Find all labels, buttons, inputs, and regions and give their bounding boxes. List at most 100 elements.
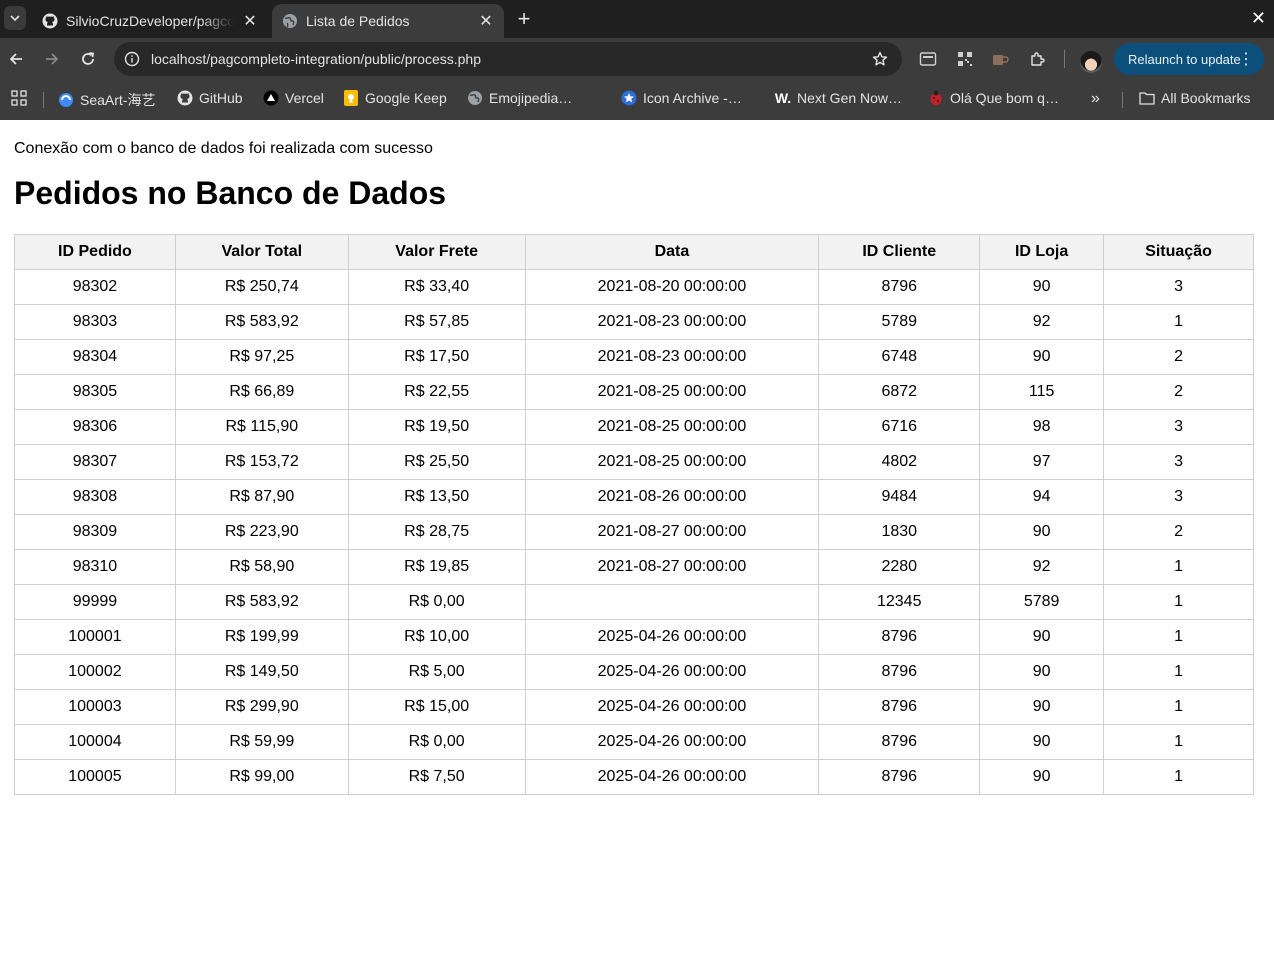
cell-valor-total: R$ 250,74	[174, 269, 349, 305]
page-title: Pedidos no Banco de Dados	[14, 175, 447, 211]
cell-valor-frete: R$ 0,00	[347, 724, 526, 760]
cell-valor-frete: R$ 25,50	[347, 444, 526, 480]
cell-id-loja: 98	[979, 409, 1105, 445]
more-bookmarks-chevron-icon[interactable]: »	[1091, 90, 1100, 108]
coffee-extension-icon[interactable]	[990, 49, 1010, 69]
cell-valor-total: R$ 223,90	[174, 514, 349, 550]
tab-search-button[interactable]	[4, 6, 26, 30]
keep-icon	[343, 90, 359, 106]
qr-code-icon[interactable]	[955, 49, 975, 69]
profile-avatar[interactable]	[1080, 51, 1102, 73]
cell-valor-total: R$ 153,72	[174, 444, 349, 480]
more-vertical-icon[interactable]: ⋮	[1238, 49, 1254, 69]
bookmark-icon-archive[interactable]: Icon Archive -…	[621, 90, 742, 106]
cell-id-cliente: 9484	[818, 479, 981, 515]
column-header-id-pedido: ID Pedido	[14, 234, 176, 270]
table-row: 100004 R$ 59,99 R$ 0,00 2025-04-26 00:00:00…	[14, 724, 1254, 760]
page-content: Conexão com o banco de dados foi realiza…	[0, 140, 1274, 795]
reading-mode-icon[interactable]	[918, 49, 938, 69]
cell-id-pedido: 98303	[14, 304, 176, 340]
table-row: 99999 R$ 583,92 R$ 0,00 12345 5789 1	[14, 584, 1254, 620]
bookmark-ola[interactable]: Olá Que bom q…	[928, 90, 1059, 106]
all-bookmarks-button[interactable]: All Bookmarks	[1139, 90, 1250, 106]
cell-id-pedido: 98305	[14, 374, 176, 410]
github-icon	[177, 90, 193, 106]
bookmark-label: Emojipedia…	[489, 90, 573, 106]
cell-id-pedido: 98302	[14, 269, 176, 305]
new-tab-button[interactable]: +	[512, 8, 536, 32]
cell-id-pedido: 98307	[14, 444, 176, 480]
bookmarks-separator	[1122, 92, 1123, 108]
folder-icon	[1139, 90, 1155, 106]
bookmark-next-gen[interactable]: W. Next Gen Now…	[775, 90, 902, 106]
column-header-data: Data	[524, 234, 820, 270]
close-icon[interactable]: ✕	[478, 11, 494, 31]
cell-valor-total: R$ 583,92	[174, 584, 349, 620]
table-row: 98306 R$ 115,90 R$ 19,50 2021-08-25 00:00:0…	[14, 409, 1254, 445]
table-row: 98302 R$ 250,74 R$ 33,40 2021-08-20 00:00:0…	[14, 269, 1254, 305]
cell-valor-frete: R$ 10,00	[347, 619, 526, 655]
cell-valor-total: R$ 583,92	[174, 304, 349, 340]
table-row: 100005 R$ 99,00 R$ 7,50 2025-04-26 00:00:00…	[14, 759, 1254, 795]
cell-valor-total: R$ 299,90	[174, 689, 349, 725]
bookmark-seaart[interactable]: SeaArt-海艺	[58, 90, 155, 110]
bookmark-star-icon[interactable]	[872, 51, 888, 67]
bookmark-google-keep[interactable]: Google Keep	[343, 90, 447, 106]
table-row: 98304 R$ 97,25 R$ 17,50 2021-08-23 00:00:00…	[14, 339, 1254, 375]
close-icon[interactable]: ✕	[242, 11, 258, 31]
cell-situacao: 1	[1103, 689, 1254, 725]
table-row: 98307 R$ 153,72 R$ 25,50 2021-08-25 00:00:0…	[14, 444, 1254, 480]
cell-data: 2025-04-26 00:00:00	[524, 724, 820, 760]
reload-button[interactable]	[76, 47, 100, 71]
cell-data: 2021-08-27 00:00:00	[524, 549, 820, 585]
cell-id-cliente: 1830	[818, 514, 981, 550]
cell-id-loja: 94	[979, 479, 1105, 515]
cell-situacao: 1	[1103, 304, 1254, 340]
cell-situacao: 1	[1103, 654, 1254, 690]
cell-situacao: 2	[1103, 339, 1254, 375]
bookmark-vercel[interactable]: Vercel	[263, 90, 324, 106]
cell-situacao: 3	[1103, 479, 1254, 515]
cell-data: 2021-08-27 00:00:00	[524, 514, 820, 550]
cell-id-pedido: 100002	[14, 654, 176, 690]
apps-icon[interactable]	[11, 90, 27, 106]
site-info-icon[interactable]	[122, 49, 142, 69]
bookmark-label: Next Gen Now…	[797, 90, 903, 106]
cell-valor-total: R$ 99,00	[174, 759, 349, 795]
column-header-valor-frete: Valor Frete	[347, 234, 526, 270]
cell-data: 2021-08-20 00:00:00	[524, 269, 820, 305]
url-text[interactable]: localhost/pagcompleto-integration/public…	[151, 51, 872, 67]
tab-title: Lista de Pedidos	[306, 13, 410, 29]
cell-id-loja: 90	[979, 654, 1105, 690]
cell-situacao: 1	[1103, 619, 1254, 655]
cell-valor-frete: R$ 7,50	[347, 759, 526, 795]
tab-lista-de-pedidos[interactable]: Lista de Pedidos ✕	[272, 4, 504, 38]
cell-id-pedido: 98308	[14, 479, 176, 515]
cell-id-cliente: 2280	[818, 549, 981, 585]
cell-valor-total: R$ 59,99	[174, 724, 349, 760]
bookmark-emojipedia[interactable]: Emojipedia…	[467, 90, 572, 106]
tab-github[interactable]: SilvioCruzDeveloper/pagcompleto-integrat…	[32, 4, 268, 38]
cell-valor-total: R$ 87,90	[174, 479, 349, 515]
forward-button[interactable]	[40, 47, 64, 71]
cell-valor-frete: R$ 28,75	[347, 514, 526, 550]
cell-situacao: 3	[1103, 409, 1254, 445]
address-bar[interactable]: localhost/pagcompleto-integration/public…	[114, 42, 902, 76]
cell-data: 2021-08-23 00:00:00	[524, 304, 820, 340]
cell-id-cliente: 6748	[818, 339, 981, 375]
table-row: 98303 R$ 583,92 R$ 57,85 2021-08-23 00:00:0…	[14, 304, 1254, 340]
cell-id-pedido: 100003	[14, 689, 176, 725]
column-header-id-cliente: ID Cliente	[818, 234, 981, 270]
cell-valor-total: R$ 58,90	[174, 549, 349, 585]
extensions-puzzle-icon[interactable]	[1027, 49, 1047, 69]
cell-valor-total: R$ 149,50	[174, 654, 349, 690]
window-close-icon[interactable]: ✕	[1251, 8, 1266, 29]
bookmark-github[interactable]: GitHub	[177, 90, 243, 106]
cell-id-loja: 90	[979, 619, 1105, 655]
globe-icon	[282, 13, 298, 29]
cell-valor-total: R$ 115,90	[174, 409, 349, 445]
cell-valor-frete: R$ 22,55	[347, 374, 526, 410]
back-button[interactable]	[4, 47, 28, 71]
relaunch-to-update-button[interactable]: Relaunch to update ⋮	[1114, 43, 1264, 75]
cell-valor-frete: R$ 13,50	[347, 479, 526, 515]
